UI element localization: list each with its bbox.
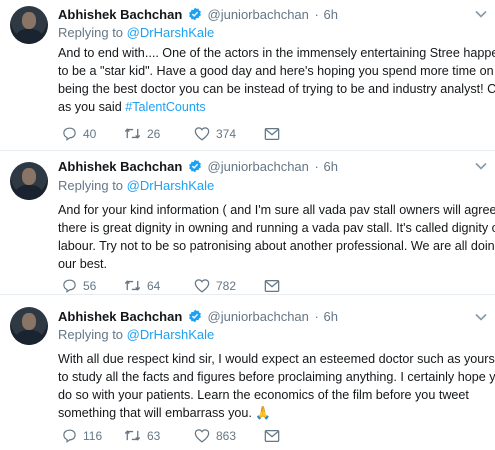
reply-count: 40 <box>83 127 97 141</box>
reply-icon <box>63 127 76 141</box>
author-name[interactable]: Abhishek Bachchan <box>58 309 182 324</box>
tweet-header: Abhishek Bachchan @juniorbachchan · 6h <box>58 159 338 175</box>
direct-message-button[interactable] <box>264 126 286 142</box>
replying-to-label: Replying to <box>58 178 124 193</box>
tweet-text-line: labour. Try not to be so patronising abo… <box>58 239 495 253</box>
retweet-count: 64 <box>147 279 161 293</box>
retweet-icon <box>124 128 141 139</box>
like-icon <box>194 127 210 141</box>
separator-dot: · <box>314 159 319 174</box>
hashtag-link[interactable]: #TalentCounts <box>125 100 206 114</box>
reply-icon <box>63 279 76 293</box>
tweet-text-line-start: as you said <box>58 100 126 114</box>
timestamp[interactable]: 6h <box>323 7 337 22</box>
separator-dot: · <box>314 7 319 22</box>
tweet-text-line: to be a "star kid". Have a good day and … <box>58 64 494 78</box>
tweet-text-line: And to end with.... One of the actors in… <box>58 46 495 60</box>
replying-to: Replying to @DrHarshKale <box>58 178 214 194</box>
tweet-text-line: being the best doctor you can be instead… <box>58 82 495 96</box>
tweet-actions: 116 63 863 <box>62 428 282 444</box>
like-count: 374 <box>216 127 237 141</box>
like-icon <box>194 429 210 443</box>
tweet-text: And to end with.... One of the actors in… <box>58 44 495 116</box>
chevron-down-icon[interactable] <box>475 10 487 18</box>
replying-to: Replying to @DrHarshKale <box>58 25 214 41</box>
retweet-button[interactable]: 64 <box>124 278 160 294</box>
like-icon <box>194 279 210 293</box>
tweet-text-line: And for your kind information ( and I'm … <box>58 203 495 217</box>
replying-to: Replying to @DrHarshKale <box>58 327 214 343</box>
like-button[interactable]: 374 <box>194 126 236 142</box>
tweet-text-line-start: something that will embarrass you. <box>58 406 256 420</box>
tweet[interactable]: Abhishek Bachchan @juniorbachchan · 6h R… <box>0 295 495 450</box>
tweet-actions: 56 64 782 <box>62 278 282 294</box>
tweet-header: Abhishek Bachchan @juniorbachchan · 6h <box>58 7 338 23</box>
tweet-text: And for your kind information ( and I'm … <box>58 201 495 273</box>
direct-message-button[interactable] <box>264 278 286 294</box>
replying-to-label: Replying to <box>58 25 124 40</box>
verified-badge-icon <box>188 7 201 21</box>
timestamp[interactable]: 6h <box>323 159 337 174</box>
separator-dot: · <box>314 309 319 324</box>
mention-link[interactable]: @DrHarshKale <box>127 327 215 342</box>
tweet-header: Abhishek Bachchan @juniorbachchan · 6h <box>58 309 338 325</box>
reply-count: 56 <box>83 279 97 293</box>
author-handle[interactable]: @juniorbachchan <box>208 7 309 22</box>
direct-message-icon <box>264 280 280 292</box>
tweet[interactable]: Abhishek Bachchan @juniorbachchan · 6h R… <box>0 151 495 295</box>
timestamp[interactable]: 6h <box>323 309 337 324</box>
tweet-actions: 40 26 374 <box>62 126 282 142</box>
tweet-text-line: something that will embarrass you. 🙏 <box>58 404 490 422</box>
retweet-button[interactable]: 63 <box>124 428 160 444</box>
retweet-icon <box>124 430 141 441</box>
direct-message-icon <box>264 128 280 140</box>
mention-link[interactable]: @DrHarshKale <box>127 25 215 40</box>
tweet-text: With all due respect kind sir, I would e… <box>58 350 495 422</box>
tweet-text-line: With all due respect kind sir, I would e… <box>58 352 495 366</box>
tweet-text-line: there is great dignity in owning and run… <box>58 221 495 235</box>
avatar[interactable] <box>10 162 48 200</box>
like-count: 863 <box>216 429 237 443</box>
reply-icon <box>63 429 76 443</box>
mention-link[interactable]: @DrHarshKale <box>127 178 215 193</box>
replying-to-label: Replying to <box>58 327 124 342</box>
reply-button[interactable]: 116 <box>62 428 102 444</box>
folded-hands-emoji: 🙏 <box>255 406 272 420</box>
direct-message-button[interactable] <box>264 428 286 444</box>
tweet[interactable]: Abhishek Bachchan @juniorbachchan · 6h R… <box>0 0 495 151</box>
chevron-down-icon[interactable] <box>475 162 487 170</box>
tweet-text-line: do so with your patients. Learn the econ… <box>58 388 469 402</box>
author-name[interactable]: Abhishek Bachchan <box>58 159 182 174</box>
like-button[interactable]: 782 <box>194 278 236 294</box>
like-count: 782 <box>216 279 237 293</box>
reply-count: 116 <box>83 429 103 443</box>
tweet-text-line: as you said #TalentCounts <box>58 98 490 116</box>
retweet-button[interactable]: 26 <box>124 126 160 142</box>
retweet-count: 26 <box>147 127 161 141</box>
verified-badge-icon <box>188 159 201 173</box>
author-handle[interactable]: @juniorbachchan <box>208 309 309 324</box>
author-name[interactable]: Abhishek Bachchan <box>58 7 182 22</box>
author-handle[interactable]: @juniorbachchan <box>208 159 309 174</box>
avatar[interactable] <box>10 307 48 345</box>
avatar[interactable] <box>10 6 48 44</box>
reply-button[interactable]: 40 <box>62 126 96 142</box>
like-button[interactable]: 863 <box>194 428 236 444</box>
chevron-down-icon[interactable] <box>475 313 487 321</box>
verified-badge-icon <box>188 309 201 323</box>
tweet-text-line: to study all the facts and figures befor… <box>58 370 495 384</box>
reply-button[interactable]: 56 <box>62 278 96 294</box>
tweet-text-line: our best. <box>58 257 108 271</box>
retweet-count: 63 <box>147 429 161 443</box>
retweet-icon <box>124 280 141 291</box>
direct-message-icon <box>264 430 280 442</box>
